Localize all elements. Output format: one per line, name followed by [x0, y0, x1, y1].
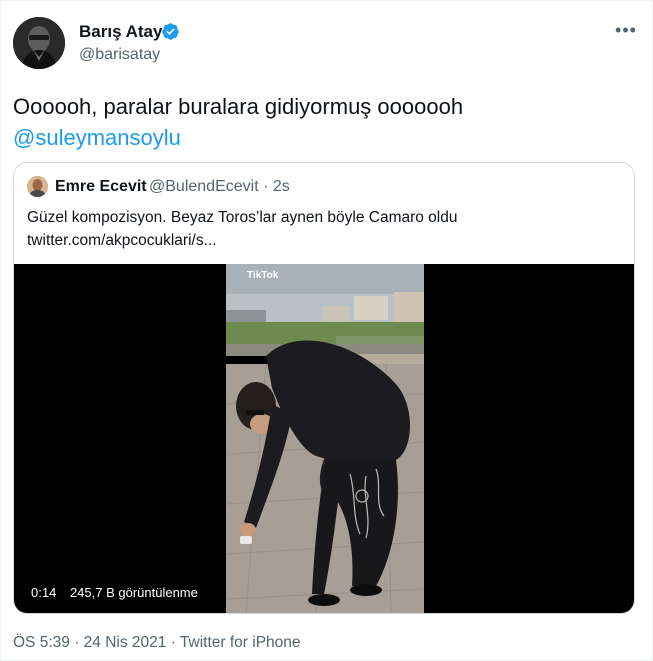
- video-frame: [226, 264, 424, 613]
- video-duration: 0:14: [31, 585, 57, 600]
- tiktok-watermark: TikTok: [247, 270, 279, 281]
- tweet-timestamp[interactable]: ÖS 5:39: [13, 634, 70, 651]
- tweet-text: Oooooh, paralar buralara gidiyormuş oooo…: [13, 91, 633, 153]
- quoted-author-avatar[interactable]: [27, 176, 48, 197]
- video-view-count: 245,7 B görüntülenme: [69, 585, 198, 600]
- tweet-date[interactable]: 24 Nis 2021: [84, 634, 167, 651]
- author-avatar[interactable]: [13, 17, 65, 69]
- tweet-footer: ÖS 5:39 · 24 Nis 2021 · Twitter for iPho…: [13, 634, 301, 652]
- tweet-body: Oooooh, paralar buralara gidiyormuş oooo…: [13, 94, 464, 119]
- footer-separator: ·: [170, 634, 176, 651]
- quoted-avatar-photo-icon: [27, 176, 48, 197]
- quoted-author-meta: @BulendEcevit · 2s: [149, 178, 290, 196]
- video-meta: 0:14 245,7 B görüntülenme: [31, 585, 198, 600]
- quoted-author-name[interactable]: Emre Ecevit: [55, 178, 147, 196]
- quoted-author-handle[interactable]: @BulendEcevit: [149, 178, 259, 195]
- more-options-icon[interactable]: •••: [613, 20, 639, 40]
- mention-link[interactable]: @suleymansoylu: [13, 122, 633, 153]
- quoted-tweet-time[interactable]: 2s: [273, 178, 290, 195]
- quoted-link[interactable]: twitter.com/akpcocuklari/s...: [27, 229, 617, 252]
- meta-separator: ·: [263, 178, 269, 195]
- footer-separator: ·: [74, 634, 80, 651]
- quoted-tweet-text: Güzel kompozisyon. Beyaz Toros’lar aynen…: [27, 206, 617, 252]
- tweet-card: Barış Atay @barisatay ••• Oooooh, parala…: [0, 0, 653, 661]
- author-name[interactable]: Barış Atay: [79, 22, 162, 42]
- video-player[interactable]: TikTok 0:14 245,7 B görüntülenme: [14, 264, 634, 613]
- quoted-text-line: Güzel kompozisyon. Beyaz Toros’lar aynen…: [27, 209, 458, 226]
- avatar-photo-icon: [13, 17, 65, 69]
- tweet-source[interactable]: Twitter for iPhone: [180, 634, 301, 651]
- author-handle[interactable]: @barisatay: [79, 46, 160, 64]
- quoted-tweet[interactable]: Emre Ecevit @BulendEcevit · 2s Güzel kom…: [13, 162, 635, 614]
- verified-badge-icon: [162, 23, 179, 40]
